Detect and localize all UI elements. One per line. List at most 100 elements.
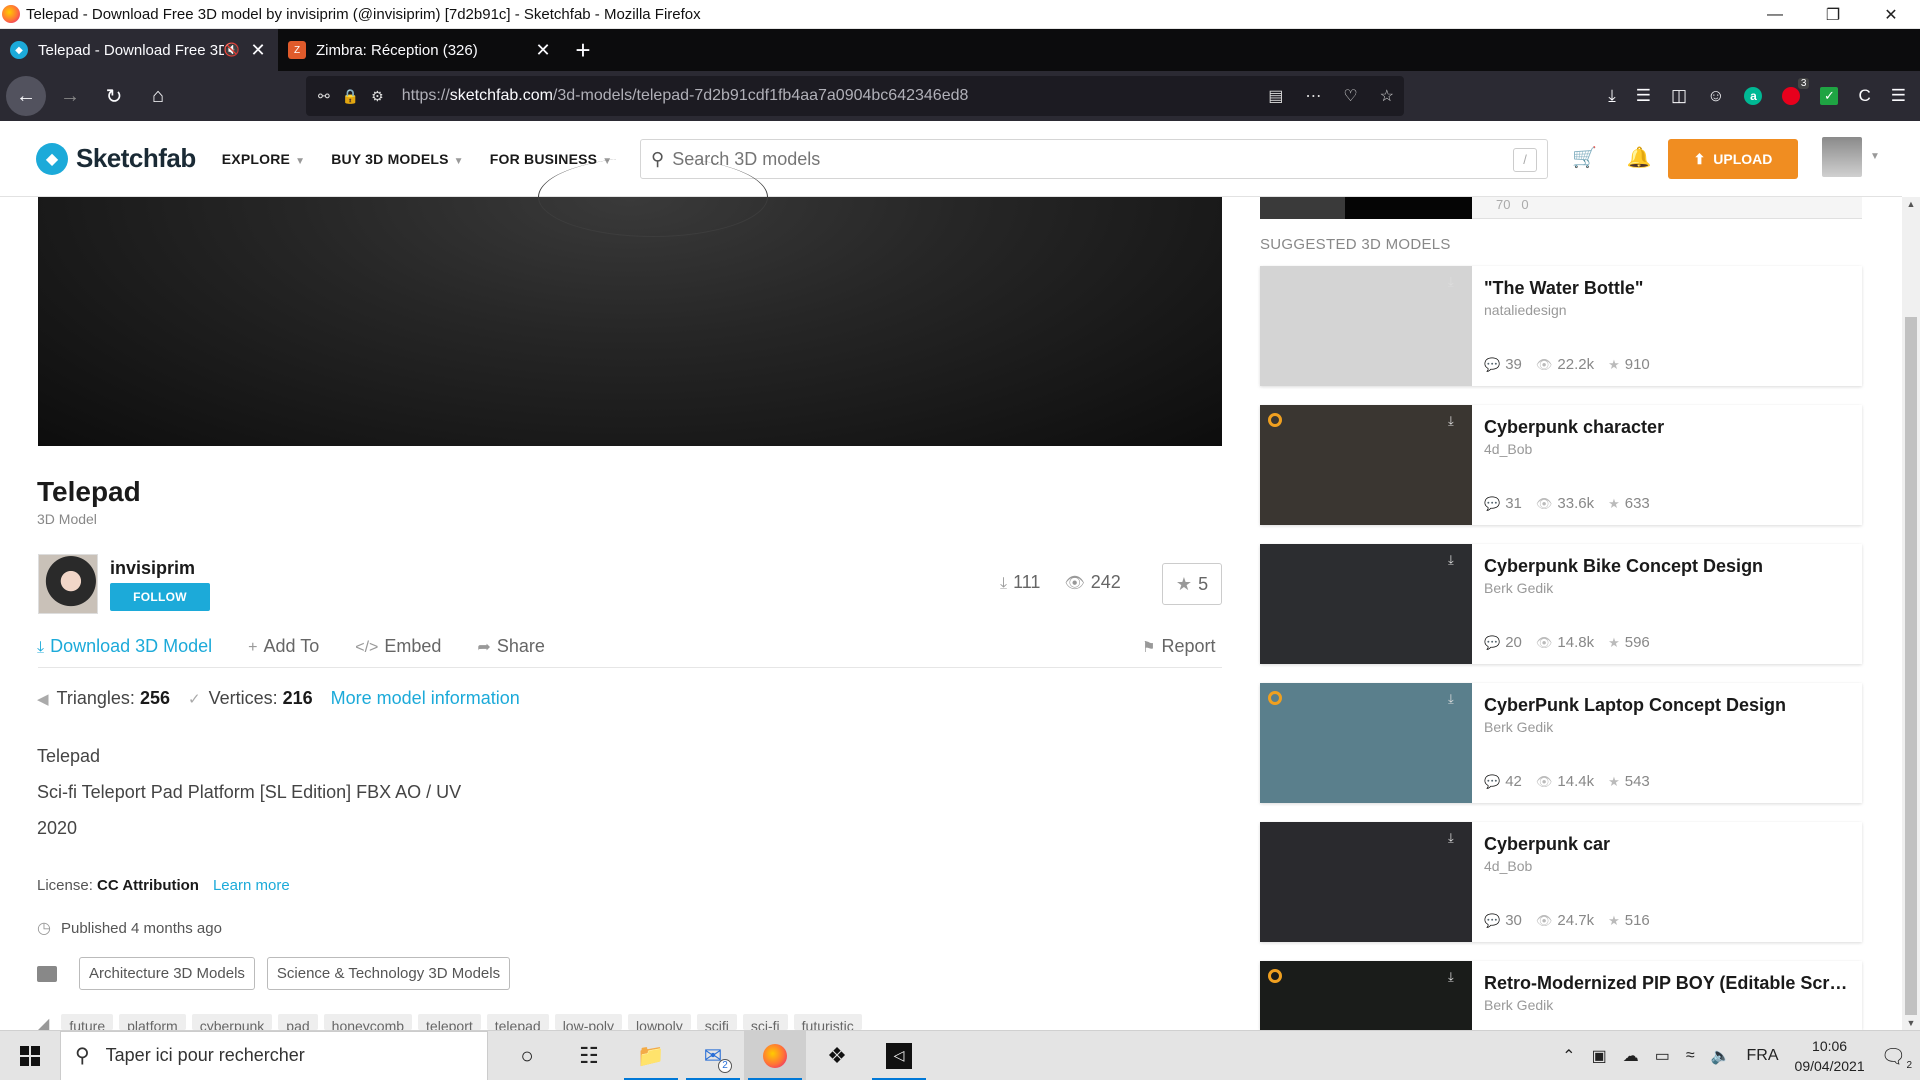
extension-a-icon[interactable]: a — [1744, 87, 1763, 105]
tag[interactable]: sci-fi — [742, 1014, 788, 1030]
user-avatar[interactable] — [1822, 137, 1862, 177]
model-viewer[interactable] — [38, 157, 1222, 446]
address-bar[interactable]: ⚯ 🔒 ⚙ https://sketchfab.com/3d-models/te… — [306, 76, 1404, 116]
app-icon[interactable]: ◁ — [868, 1031, 930, 1080]
page-scrollbar[interactable]: ▲ ▼ — [1902, 197, 1920, 1030]
mail-icon[interactable]: ✉ 2 — [682, 1031, 744, 1080]
embed-button[interactable]: </> Embed — [355, 636, 441, 657]
model-thumbnail[interactable] — [1260, 266, 1472, 386]
account-icon[interactable]: ☺ — [1707, 86, 1724, 106]
learn-more-link[interactable]: Learn more — [213, 877, 290, 894]
search-input[interactable] — [672, 148, 1513, 170]
sketchfab-logo[interactable]: ◆ Sketchfab — [36, 142, 196, 175]
tag[interactable]: pad — [278, 1014, 318, 1030]
category-tag[interactable]: Architecture 3D Models — [79, 957, 255, 990]
author-name[interactable]: invisiprim — [110, 558, 195, 579]
restore-icon[interactable]: ❐ — [1804, 0, 1862, 29]
chevron-down-icon[interactable]: ▼ — [1870, 151, 1880, 162]
model-thumbnail[interactable] — [1260, 822, 1472, 942]
menu-explore[interactable]: EXPLORE ▼ — [222, 151, 305, 167]
volume-icon[interactable]: 🔈 — [1711, 1046, 1731, 1066]
share-button[interactable]: ➦ Share — [477, 636, 544, 657]
author-avatar[interactable] — [38, 554, 98, 614]
extension-check-icon[interactable]: ✓ — [1820, 87, 1839, 105]
close-icon[interactable]: ✕ — [1862, 0, 1920, 29]
like-button[interactable]: ★ 5 — [1162, 563, 1222, 605]
add-to-button[interactable]: + Add To — [248, 636, 319, 657]
suggested-model-card[interactable]: ⤓ Cyberpunk car 4d_Bob 💬 30 👁 24.7k ★ 516 — [1260, 822, 1862, 942]
cart-icon[interactable]: 🛒 — [1572, 145, 1597, 170]
tag[interactable]: telepad — [486, 1014, 549, 1030]
cortana-icon[interactable]: ○ — [496, 1031, 558, 1080]
model-thumbnail[interactable] — [1260, 683, 1472, 803]
menu-icon[interactable]: ☰ — [1891, 86, 1906, 106]
reader-view-icon[interactable]: ▤ — [1268, 86, 1283, 106]
forward-icon[interactable]: → — [50, 76, 90, 116]
url-text[interactable]: https://sketchfab.com/3d-models/telepad-… — [402, 87, 969, 105]
cloud-icon[interactable]: ☁ — [1623, 1046, 1639, 1066]
firefox-taskbar-icon[interactable] — [744, 1030, 806, 1080]
more-actions-icon[interactable]: ⋯ — [1305, 86, 1321, 106]
scrollbar-thumb[interactable] — [1905, 317, 1917, 1015]
new-tab-icon[interactable]: + — [563, 35, 603, 66]
download-model-link[interactable]: ⤓ Download 3D Model — [37, 636, 212, 657]
task-view-icon[interactable]: ☷ — [558, 1031, 620, 1080]
library-icon[interactable]: ☰ — [1636, 86, 1651, 106]
suggested-model-card[interactable]: ⤓ Cyberpunk Bike Concept Design Berk Ged… — [1260, 544, 1862, 664]
tag[interactable]: low-poly — [554, 1014, 623, 1030]
card-author[interactable]: 4d_Bob — [1484, 858, 1532, 874]
tab-telepad[interactable]: ◆ Telepad - Download Free 3D 🔇 ✕ — [0, 29, 278, 71]
card-author[interactable]: Berk Gedik — [1484, 997, 1553, 1013]
follow-button[interactable]: FOLLOW — [110, 583, 210, 611]
tag[interactable]: scifi — [696, 1014, 737, 1030]
tag[interactable]: teleport — [418, 1014, 481, 1030]
mute-icon[interactable]: 🔇 — [224, 42, 240, 58]
model-thumbnail[interactable] — [1260, 405, 1472, 525]
scroll-down-icon[interactable]: ▼ — [1902, 1018, 1920, 1028]
card-title[interactable]: Cyberpunk car — [1484, 834, 1854, 855]
chevron-up-icon[interactable]: ⌃ — [1562, 1046, 1575, 1066]
tag[interactable]: future — [61, 1014, 114, 1030]
extension-red-icon[interactable]: 3 — [1782, 78, 1810, 105]
menu-buy-3d-models[interactable]: BUY 3D MODELS ▼ — [331, 151, 464, 167]
tag[interactable]: cyberpunk — [191, 1014, 273, 1030]
close-tab-icon[interactable]: ✕ — [248, 40, 268, 61]
close-tab-icon[interactable]: ✕ — [533, 40, 553, 61]
previous-model-card[interactable]: 70 0 — [1260, 197, 1862, 219]
license-value[interactable]: CC Attribution — [97, 877, 199, 894]
start-button[interactable] — [0, 1031, 60, 1080]
clock[interactable]: 10:06 09/04/2021 — [1795, 1036, 1865, 1076]
reload-icon[interactable]: ↻ — [94, 76, 134, 116]
pocket-icon[interactable]: ♡ — [1343, 86, 1357, 106]
suggested-model-card[interactable]: ⤓ "The Water Bottle" nataliedesign 💬 39 👁… — [1260, 266, 1862, 386]
shield-icon[interactable]: ⚯ — [318, 88, 330, 105]
card-author[interactable]: Berk Gedik — [1484, 580, 1553, 596]
back-icon[interactable]: ← — [6, 76, 46, 116]
tab-zimbra[interactable]: Z Zimbra: Réception (326) ✕ — [278, 29, 563, 71]
suggested-model-card[interactable]: ⤓ Cyberpunk character 4d_Bob 💬 31 👁 33.6k … — [1260, 405, 1862, 525]
scroll-up-icon[interactable]: ▲ — [1902, 199, 1920, 209]
category-tag[interactable]: Science & Technology 3D Models — [266, 957, 511, 990]
tag[interactable]: platform — [119, 1014, 186, 1030]
card-author[interactable]: nataliedesign — [1484, 302, 1567, 318]
file-explorer-icon[interactable]: 📁 — [620, 1031, 682, 1080]
card-author[interactable]: Berk Gedik — [1484, 719, 1553, 735]
card-title[interactable]: Cyberpunk character — [1484, 417, 1854, 438]
tag[interactable]: honeycomb — [323, 1014, 413, 1030]
model-thumbnail[interactable] — [1260, 961, 1472, 1030]
model-thumbnail[interactable] — [1260, 544, 1472, 664]
permissions-icon[interactable]: ⚙ — [371, 88, 384, 105]
minimize-icon[interactable]: — — [1746, 0, 1804, 29]
extension-c-icon[interactable]: C — [1858, 86, 1870, 106]
suggested-model-card[interactable]: ⤓ Retro-Modernized PIP BOY (Editable Scr… — [1260, 961, 1862, 1030]
card-title[interactable]: "The Water Bottle" — [1484, 278, 1854, 299]
lock-icon[interactable]: 🔒 — [342, 88, 359, 105]
device-icon[interactable]: ▣ — [1592, 1046, 1607, 1066]
battery-icon[interactable]: ▭ — [1655, 1046, 1670, 1066]
card-title[interactable]: Cyberpunk Bike Concept Design — [1484, 556, 1854, 577]
more-model-info-link[interactable]: More model information — [331, 688, 520, 709]
language-indicator[interactable]: FRA — [1747, 1047, 1779, 1065]
card-title[interactable]: CyberPunk Laptop Concept Design — [1484, 695, 1854, 716]
tag[interactable]: lowpoly — [628, 1014, 691, 1030]
card-author[interactable]: 4d_Bob — [1484, 441, 1532, 457]
